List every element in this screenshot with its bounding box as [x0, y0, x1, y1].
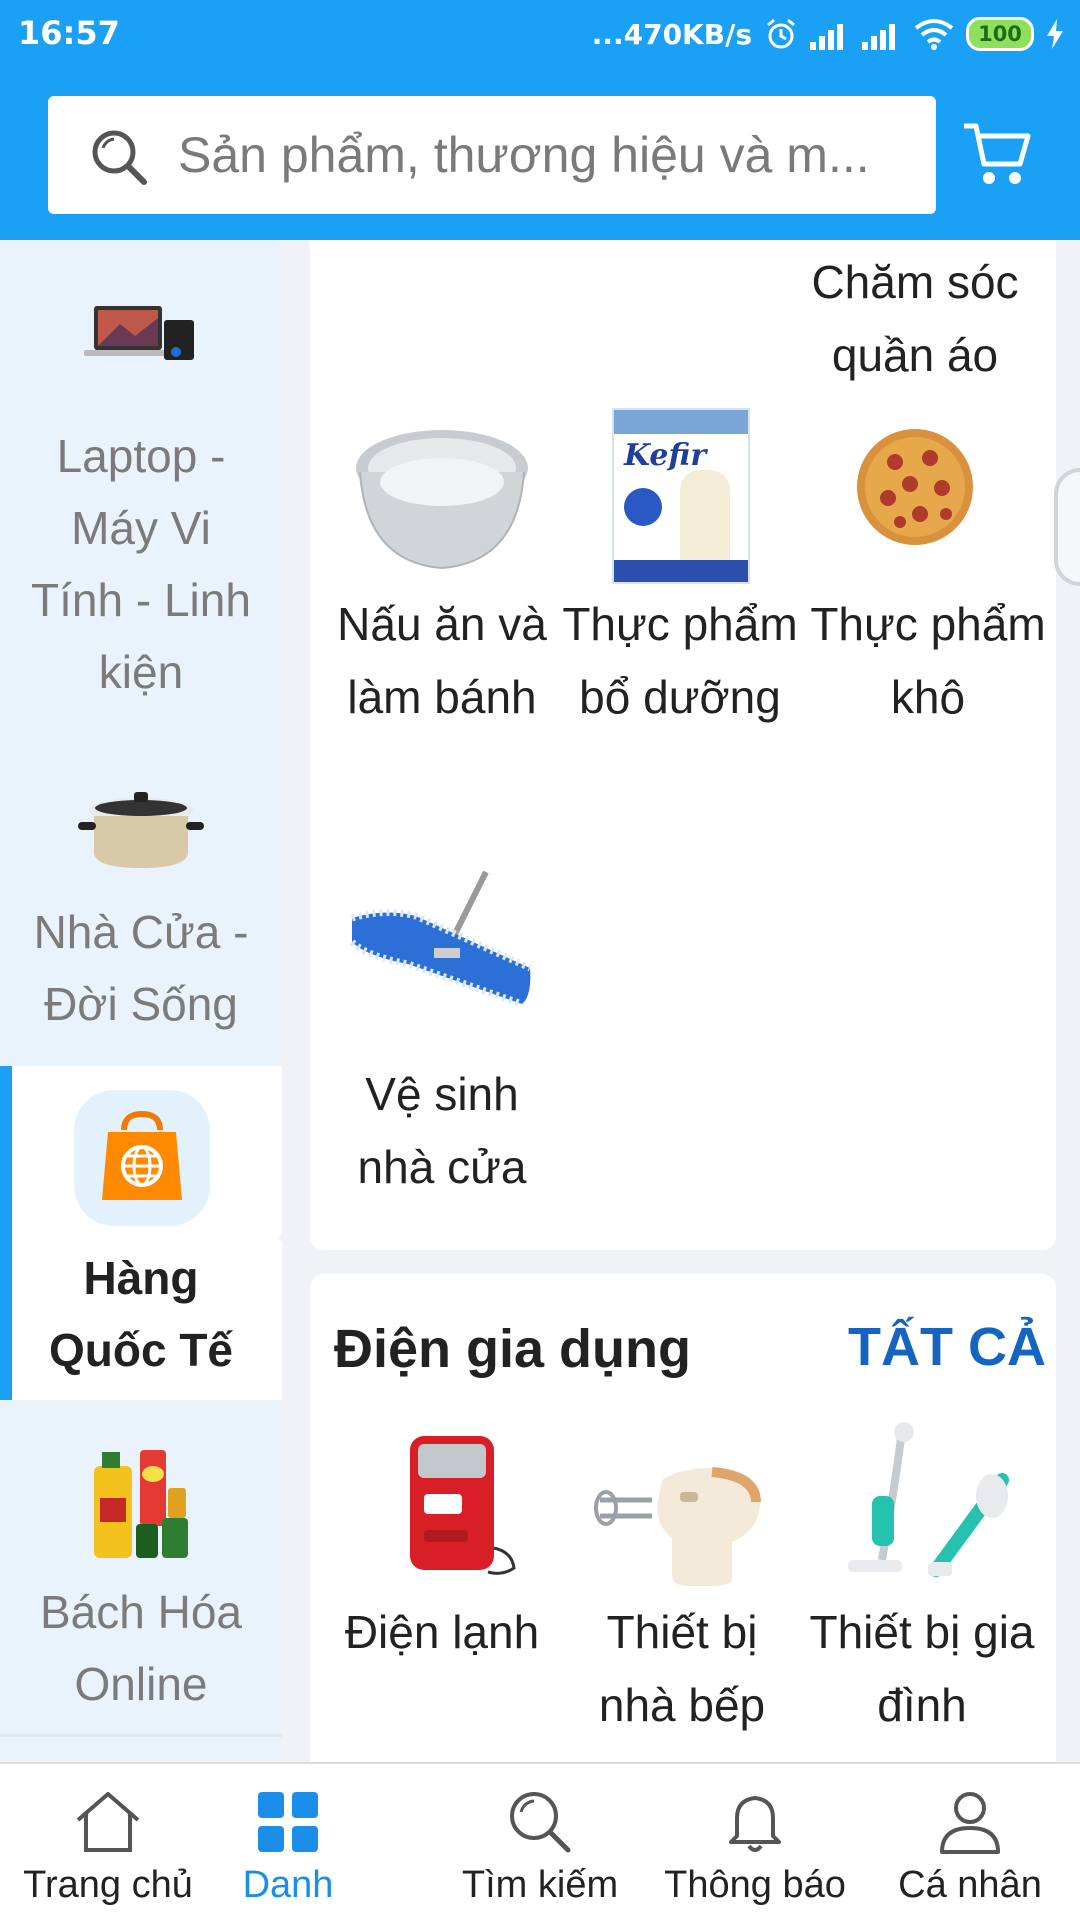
see-all-link[interactable]: TẤT CẢ: [848, 1316, 1046, 1378]
nav-label: Trang chủ: [23, 1864, 193, 1906]
battery-icon: 100: [966, 17, 1034, 51]
pizza-icon: [857, 429, 973, 545]
sidebar-item-label: Laptop - Máy Vi Tính - Linh kiện: [31, 430, 251, 698]
active-indicator: [0, 1066, 12, 1400]
bell-icon: [729, 1796, 781, 1852]
subcategory-item-cleaning[interactable]: Vệ sinh nhà cửa: [322, 868, 542, 1248]
baking-pan-icon: [356, 430, 528, 570]
wifi-icon: [914, 19, 954, 50]
subcategory-label: Thực phẩm khô: [810, 598, 1046, 723]
nav-home[interactable]: Trang chủ: [0, 1764, 216, 1922]
mop-icon: [349, 870, 532, 1008]
nav-label: Cá nhân: [898, 1864, 1042, 1906]
signal-icon-2: [862, 24, 895, 50]
kefir-box-icon: Kefir: [612, 408, 750, 584]
subcategory-label-clothing-care[interactable]: Chăm sóc quần áo: [790, 246, 1040, 392]
nav-search[interactable]: Tìm kiếm: [440, 1764, 640, 1922]
search-icon: [92, 130, 147, 185]
subcategory-label: Thiết bị nhà bếp: [598, 1606, 766, 1731]
grocery-icon: [94, 1450, 188, 1558]
nav-profile[interactable]: Cá nhân: [870, 1764, 1070, 1922]
charging-icon: [1047, 19, 1063, 49]
global-bag-icon: [74, 1090, 210, 1226]
subcategory-item-refrigeration[interactable]: Điện lạnh: [322, 1420, 562, 1750]
sidebar-item-home[interactable]: Nhà Cửa - Đời Sống: [0, 732, 282, 1069]
category-sidebar[interactable]: Laptop - Máy Vi Tính - Linh kiện Nhà Cửa…: [0, 240, 300, 1760]
hand-mixer-icon: [594, 1467, 761, 1586]
alarm-icon: [767, 18, 795, 49]
subcategory-item-household[interactable]: Thiết bị gia đình: [802, 1420, 1042, 1750]
subcategory-label: Nấu ăn và làm bánh: [337, 598, 547, 723]
nav-label: Danh: [242, 1864, 334, 1906]
mini-fridge-icon: [410, 1436, 516, 1575]
signal-icon: [810, 24, 843, 50]
status-time: 16:57: [18, 14, 120, 52]
section-title: Điện gia dụng: [334, 1319, 691, 1379]
subcategory-item-dry-food[interactable]: Thực phẩm khô: [810, 410, 1046, 850]
cookware-icon: [78, 792, 204, 868]
sidebar-item-grocery[interactable]: Bách Hóa Online: [0, 1400, 282, 1737]
bottom-navigation: Trang chủ Danh Tìm kiếm Thông báo Cá nhâ…: [0, 1762, 1080, 1922]
home-icon: [76, 1792, 140, 1852]
vacuum-cleaner-icon: [848, 1422, 1017, 1577]
nav-notifications[interactable]: Thông báo: [650, 1764, 860, 1922]
subcategory-item-nutrition[interactable]: Kefir Thực phẩm bổ dưỡng: [562, 408, 798, 850]
header-bar: Sản phẩm, thương hiệu và m...: [0, 76, 1080, 240]
active-notch: [278, 1216, 300, 1260]
status-icons: ...470KB/s 100: [592, 14, 1064, 54]
kefir-label: Kefir: [624, 438, 707, 473]
sidebar-item-international[interactable]: Hàng Quốc Tế: [0, 1066, 300, 1403]
battery-level: 100: [978, 22, 1022, 46]
subcategory-card: Chăm sóc quần áo Nấu ăn và làm bánh Kefi…: [310, 240, 1056, 1250]
scroll-handle[interactable]: [1054, 468, 1080, 586]
subcategory-item-cooking[interactable]: Nấu ăn và làm bánh: [322, 410, 547, 850]
subcategory-label: Thực phẩm bổ dưỡng: [562, 598, 798, 723]
user-icon: [940, 1792, 1000, 1854]
laptop-icon: [84, 306, 194, 360]
network-speed: ...470KB/s: [591, 17, 752, 51]
sidebar-item-laptop[interactable]: Laptop - Máy Vi Tính - Linh kiện: [0, 240, 282, 735]
subcategory-label: Điện lạnh: [344, 1606, 540, 1658]
nav-categories[interactable]: Danh: [216, 1764, 360, 1922]
subcategory-item-kitchen[interactable]: Thiết bị nhà bếp: [562, 1420, 802, 1750]
search-input[interactable]: Sản phẩm, thương hiệu và m...: [48, 96, 936, 214]
cart-icon[interactable]: [960, 118, 1034, 192]
search-placeholder: Sản phẩm, thương hiệu và m...: [178, 127, 870, 183]
sidebar-item-label: Bách Hóa Online: [39, 1586, 242, 1710]
search-icon: [510, 1792, 571, 1853]
sidebar-item-label: Hàng Quốc Tế: [48, 1252, 234, 1376]
grid-icon: [258, 1792, 318, 1852]
nav-label: Tìm kiếm: [461, 1864, 619, 1906]
nav-label: Thông báo: [664, 1864, 846, 1906]
status-bar: 16:57 ...470KB/s 100: [0, 0, 1080, 76]
subcategory-label: Thiết bị gia đình: [809, 1606, 1035, 1731]
sidebar-item-label: Nhà Cửa - Đời Sống: [33, 906, 249, 1030]
subcategory-label: Vệ sinh nhà cửa: [357, 1068, 527, 1193]
